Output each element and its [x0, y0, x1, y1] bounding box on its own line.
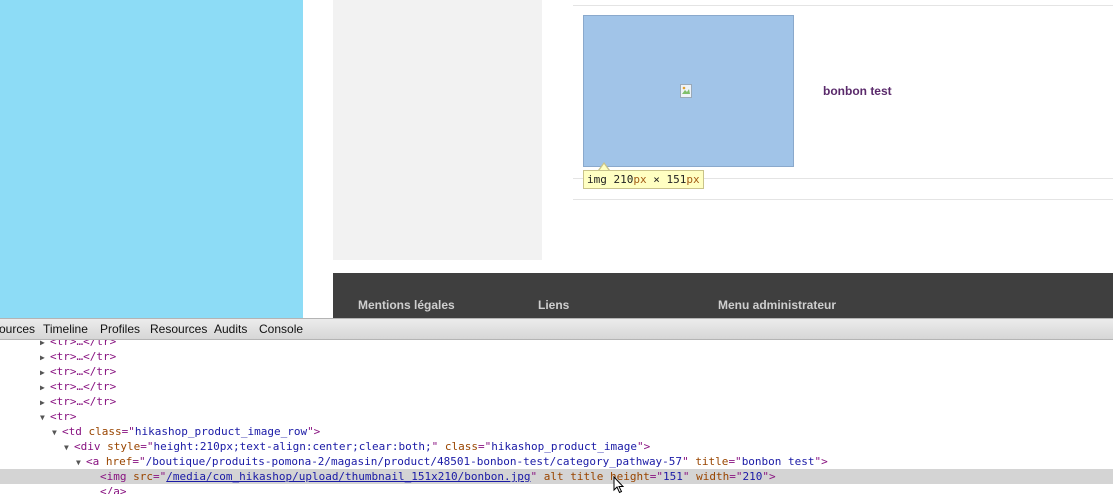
dom-node-row[interactable]: ▼ <td class="hikashop_product_image_row"> — [0, 424, 1113, 439]
divider — [573, 5, 1113, 6]
tooltip-width: 210 — [613, 173, 634, 186]
collapse-triangle-icon[interactable]: ▼ — [76, 455, 86, 470]
dom-node-row[interactable]: ▼ <a href="/boutique/produits-pomona-2/ma… — [0, 454, 1113, 469]
dom-node-row[interactable]: ▼ <div style="height:210px;text-align:cen… — [0, 439, 1113, 454]
expand-triangle-icon[interactable]: ▶ — [40, 350, 50, 365]
broken-image-icon — [680, 84, 692, 98]
dom-tree: ▶ <tr>…</tr> ▶ <tr>…</tr> ▶ <tr>…</tr> ▶ <tr… — [0, 340, 1113, 494]
collapse-triangle-icon[interactable]: ▼ — [52, 425, 62, 440]
tooltip-height: 151 — [666, 173, 687, 186]
divider — [573, 199, 1113, 200]
footer-link-admin-menu[interactable]: Menu administrateur — [718, 298, 836, 312]
sidebar-panel — [333, 0, 542, 260]
tab-resources[interactable]: Resources — [150, 322, 207, 336]
tab-sources[interactable]: ources — [0, 322, 35, 336]
dom-node-row[interactable]: ▶ <tr>…</tr> — [0, 340, 1113, 349]
tooltip-tag: img — [587, 173, 607, 186]
dom-node-row[interactable]: </a> — [0, 484, 1113, 494]
dom-node-row[interactable]: ▶ <tr>…</tr> — [0, 394, 1113, 409]
dom-node-row[interactable]: ▶ <tr>…</tr> — [0, 349, 1113, 364]
dom-node-row-selected[interactable]: <img src="/media/com_hikashop/upload/thu… — [0, 469, 1113, 484]
expand-triangle-icon[interactable]: ▶ — [40, 380, 50, 395]
tooltip-separator: × — [653, 173, 660, 186]
mouse-cursor-icon — [613, 476, 625, 494]
site-footer: Mentions légales Liens Menu administrate… — [333, 273, 1113, 318]
collapse-triangle-icon[interactable]: ▼ — [64, 440, 74, 455]
devtools-tab-bar: ources Timeline Profiles Resources Audit… — [0, 318, 1113, 340]
element-size-tooltip: img 210px × 151px — [583, 170, 704, 189]
footer-link-mentions[interactable]: Mentions légales — [358, 298, 455, 312]
product-title-link[interactable]: bonbon test — [823, 84, 892, 98]
dom-node-row[interactable]: ▼ <tr> — [0, 409, 1113, 424]
tab-timeline[interactable]: Timeline — [43, 322, 88, 336]
dom-node-row[interactable]: ▶ <tr>…</tr> — [0, 364, 1113, 379]
footer-link-liens[interactable]: Liens — [538, 298, 569, 312]
left-blue-panel — [0, 0, 303, 318]
image-src-link[interactable]: /media/com_hikashop/upload/thumbnail_151… — [166, 470, 530, 483]
collapse-triangle-icon[interactable]: ▼ — [40, 410, 50, 425]
tooltip-unit: px — [686, 173, 700, 186]
dom-node-row[interactable]: ▶ <tr>…</tr> — [0, 379, 1113, 394]
tab-console[interactable]: Console — [259, 322, 303, 336]
tab-profiles[interactable]: Profiles — [100, 322, 140, 336]
expand-triangle-icon[interactable]: ▶ — [40, 395, 50, 410]
tooltip-unit: px — [633, 173, 647, 186]
tab-audits[interactable]: Audits — [214, 322, 247, 336]
expand-triangle-icon[interactable]: ▶ — [40, 365, 50, 380]
